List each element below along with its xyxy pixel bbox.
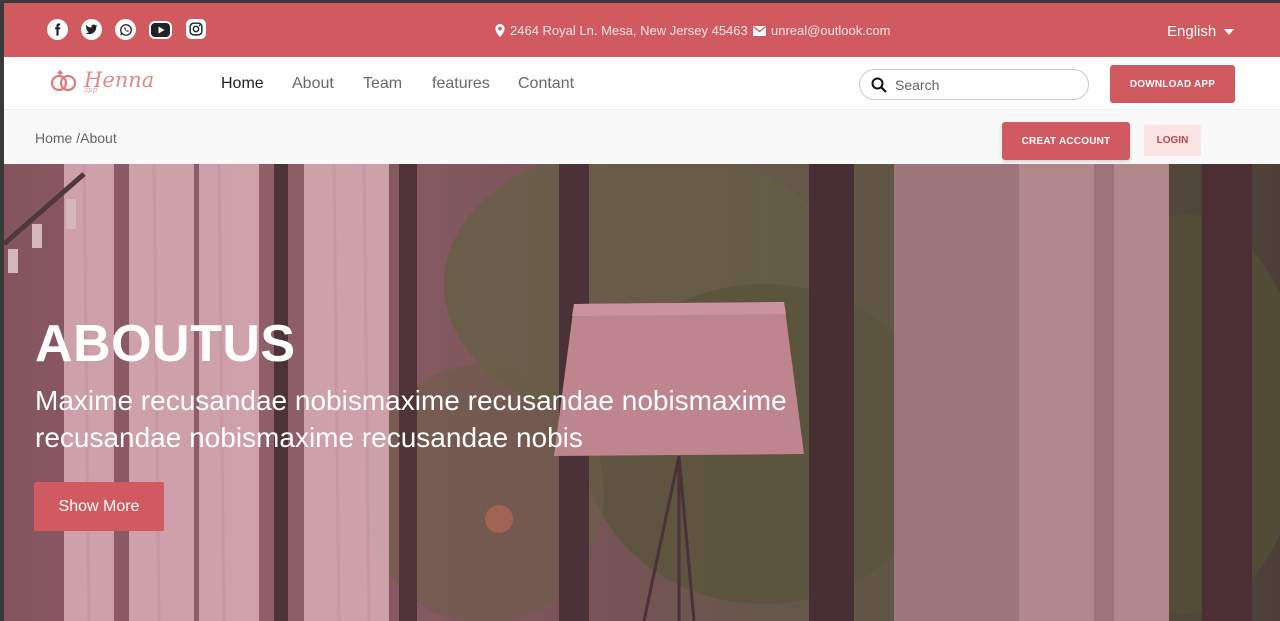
login-button[interactable]: LOGIN — [1144, 125, 1201, 156]
main-navbar: Henna app Home About Team features Conta… — [4, 57, 1280, 110]
search-icon[interactable] — [871, 77, 887, 93]
page-frame: 2464 Royal Ln. Mesa, New Jersey 45463 un… — [4, 3, 1280, 621]
instagram-icon[interactable] — [186, 19, 206, 39]
language-select[interactable]: English — [1167, 23, 1235, 40]
rings-icon — [50, 70, 77, 92]
language-label: English — [1167, 23, 1217, 40]
email-info[interactable]: unreal@outlook.com — [753, 23, 890, 38]
brand-tagline: app — [84, 86, 98, 94]
show-more-button[interactable]: Show More — [34, 482, 164, 531]
whatsapp-icon[interactable] — [115, 19, 136, 40]
search-box[interactable] — [859, 69, 1089, 100]
hero-section: ABOUTUS Maxime recusandae nobismaxime re… — [4, 164, 1280, 621]
search-input[interactable] — [895, 76, 1075, 93]
breadcrumb-bar: Home /About CREAT ACCOUNT LOGIN — [4, 110, 1280, 164]
youtube-icon[interactable] — [149, 21, 172, 39]
brand-logo[interactable]: Henna — [50, 67, 154, 93]
top-bar: 2464 Royal Ln. Mesa, New Jersey 45463 un… — [4, 3, 1280, 57]
hero-title: ABOUTUS — [35, 315, 296, 373]
nav-features[interactable]: features — [432, 75, 490, 93]
twitter-icon[interactable] — [81, 19, 102, 40]
nav-about[interactable]: About — [292, 75, 334, 93]
envelope-icon — [753, 25, 766, 36]
address-info: 2464 Royal Ln. Mesa, New Jersey 45463 — [495, 23, 748, 38]
nav-home[interactable]: Home — [221, 75, 264, 93]
nav-contact[interactable]: Contant — [518, 75, 574, 93]
breadcrumb[interactable]: Home /About — [35, 130, 117, 146]
hero-subtitle: Maxime recusandae nobismaxime recusandae… — [35, 385, 787, 453]
address-text: 2464 Royal Ln. Mesa, New Jersey 45463 — [510, 23, 748, 38]
download-app-button[interactable]: DOWNLOAD APP — [1110, 65, 1235, 103]
caret-down-icon — [1224, 28, 1235, 35]
email-text[interactable]: unreal@outlook.com — [771, 23, 890, 38]
nav-team[interactable]: Team — [363, 75, 402, 93]
map-pin-icon — [495, 24, 505, 37]
create-account-button[interactable]: CREAT ACCOUNT — [1002, 122, 1130, 160]
facebook-icon[interactable] — [47, 19, 68, 40]
